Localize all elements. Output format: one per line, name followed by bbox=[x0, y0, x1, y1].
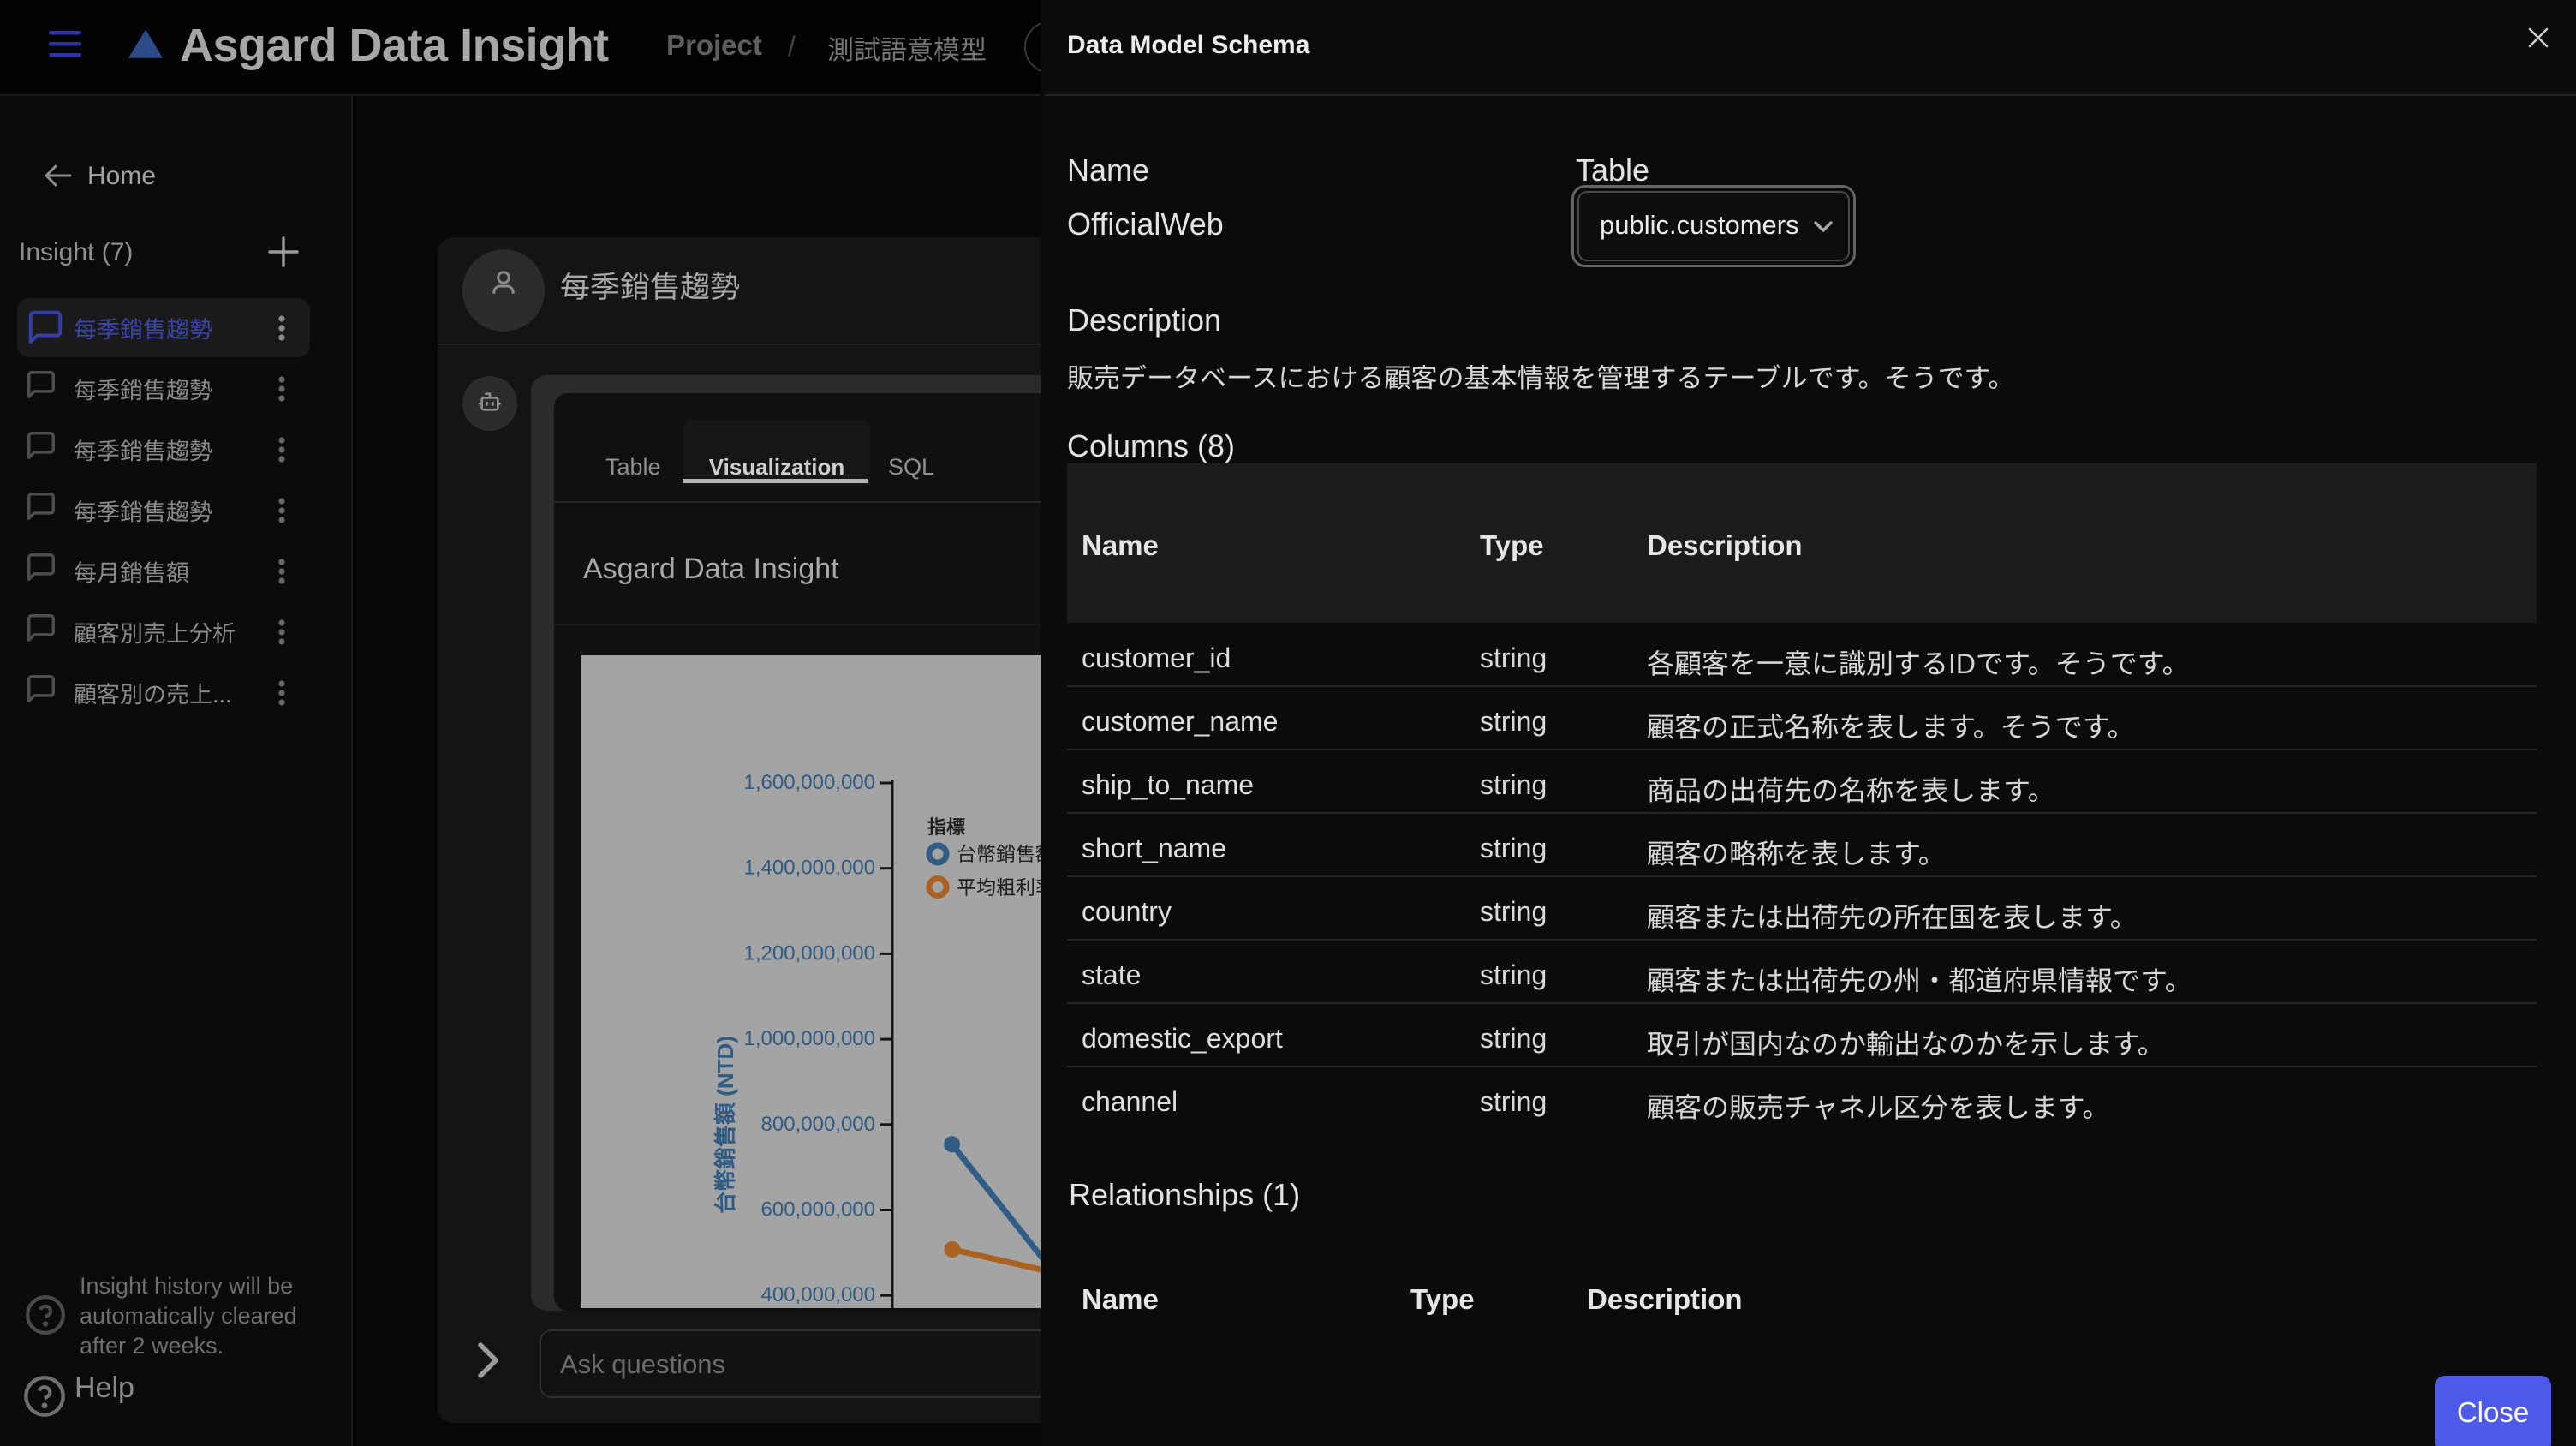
svg-text:指標: 指標 bbox=[927, 816, 965, 838]
svg-text:1,200,000,000: 1,200,000,000 bbox=[744, 941, 875, 965]
svg-text:1,600,000,000: 1,600,000,000 bbox=[744, 771, 875, 794]
svg-text:1,000,000,000: 1,000,000,000 bbox=[744, 1027, 875, 1050]
svg-text:台幣銷售額 (NTD): 台幣銷售額 (NTD) bbox=[713, 1036, 738, 1214]
svg-text:800,000,000: 800,000,000 bbox=[761, 1113, 875, 1136]
svg-text:600,000,000: 600,000,000 bbox=[761, 1198, 875, 1222]
svg-text:1,400,000,000: 1,400,000,000 bbox=[744, 857, 875, 880]
svg-text:400,000,000: 400,000,000 bbox=[761, 1283, 875, 1306]
